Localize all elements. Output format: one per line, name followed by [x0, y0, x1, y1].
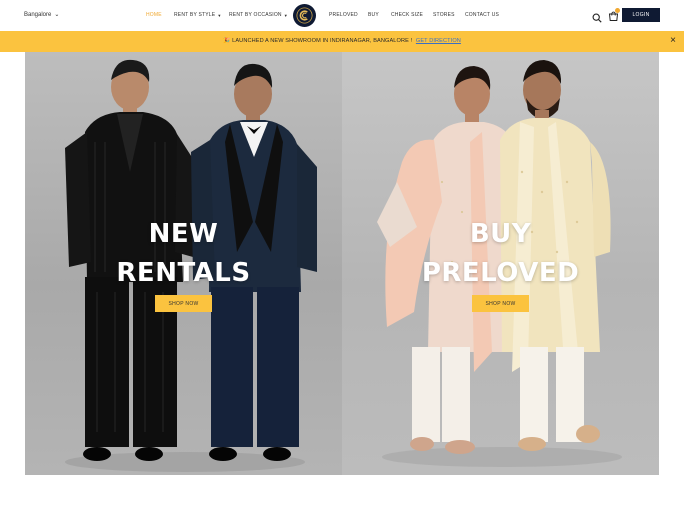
caret-down-icon: ▼ — [283, 12, 288, 18]
nav-item-preloved[interactable]: PRELOVED — [329, 12, 358, 18]
nav-item-contact-us[interactable]: CONTACT US — [465, 12, 499, 18]
announcement-bar: 🎉 LAUNCHED A NEW SHOWROOM IN INDIRANAGAR,… — [0, 31, 684, 52]
nav-item-stores[interactable]: STORES — [433, 12, 455, 18]
announcement-text: 🎉 LAUNCHED A NEW SHOWROOM IN INDIRANAGAR,… — [0, 38, 684, 44]
hero-title-buy-preloved: BUY PRELOVED — [421, 219, 580, 288]
cart-badge — [615, 8, 620, 13]
nav-item-home[interactable]: HOME — [146, 12, 162, 18]
location-selector[interactable]: Bangalore ⌄ — [24, 11, 60, 19]
nav-item-rent-by-occasion[interactable]: RENT BY OCCASION ▼ — [229, 12, 288, 18]
close-icon[interactable]: × — [668, 36, 678, 46]
location-label: Bangalore — [24, 11, 52, 18]
get-direction-link[interactable]: GET DIRECTION — [416, 38, 461, 44]
nav-item-check-size[interactable]: CHECK SIZE — [391, 12, 423, 18]
shop-now-preloved-button[interactable]: SHOP NOW — [472, 295, 529, 312]
hero-panel-buy-preloved[interactable]: BUY PRELOVED SHOP NOW — [342, 52, 659, 475]
hero-title-new-rentals: NEW RENTALS — [116, 219, 251, 288]
caret-down-icon: ▼ — [217, 12, 222, 18]
nav-item-rent-by-style[interactable]: RENT BY STYLE ▼ — [174, 12, 222, 18]
shop-now-rentals-button[interactable]: SHOP NOW — [155, 295, 212, 312]
login-button[interactable]: LOGIN — [622, 8, 660, 22]
hero-panel-new-rentals[interactable]: NEW RENTALS SHOP NOW — [25, 52, 342, 475]
chevron-down-icon: ⌄ — [54, 12, 60, 18]
party-icon: 🎉 — [223, 38, 231, 44]
site-header: Bangalore ⌄ HOME RENT BY STYLE ▼ RENT BY … — [0, 0, 684, 31]
logo-icon[interactable] — [293, 4, 316, 27]
announcement-message: LAUNCHED A NEW SHOWROOM IN INDIRANAGAR, … — [232, 38, 413, 44]
nav-item-buy[interactable]: BUY — [368, 12, 379, 18]
search-icon[interactable] — [592, 10, 602, 23]
